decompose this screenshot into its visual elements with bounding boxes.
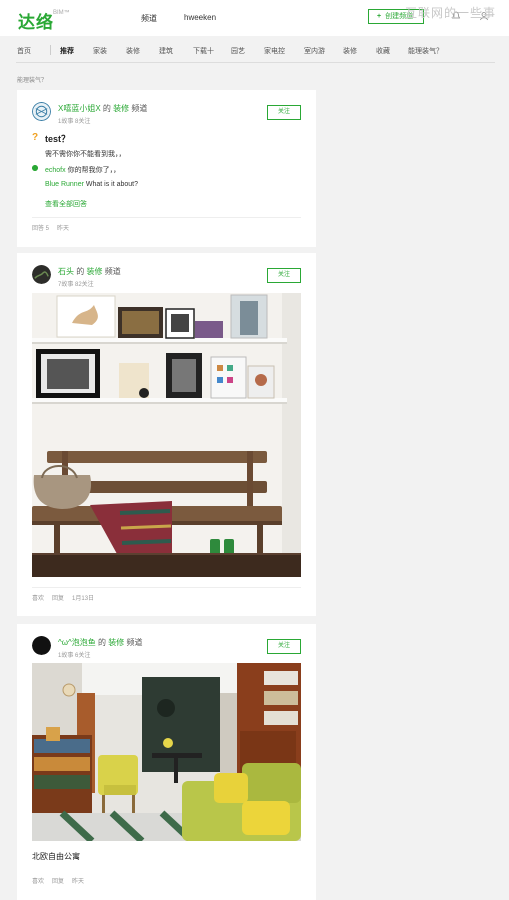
- avatar[interactable]: [32, 636, 51, 655]
- tab-home[interactable]: 首页: [17, 46, 31, 56]
- tab-recommended[interactable]: 推荐: [60, 46, 74, 56]
- author-line: 石头 的 装修 频道: [58, 266, 121, 277]
- tab-home-decor[interactable]: 家装: [93, 46, 107, 56]
- tab-architecture[interactable]: 建筑: [159, 46, 173, 56]
- post-image[interactable]: [32, 663, 301, 841]
- card-footer: 喜欢 回复 昨天: [32, 876, 92, 885]
- logo-subtitle: BIM™: [53, 10, 70, 16]
- author-line: ^ω^泡泡鱼 的 装修 频道: [58, 637, 142, 648]
- feed-card-photo: ^ω^泡泡鱼 的 装修 频道 1故事 6关注 关注 北欧自由公寓 喜欢 回复 昨…: [17, 624, 316, 900]
- feed-card-question: X嘻蓝小姐X 的 装修 频道 1故事 8关注 关注 ? test？ 需不需你你不…: [17, 90, 316, 247]
- channel-suffix: 频道: [126, 638, 143, 647]
- reply-row: Blue Runner What is it about?: [45, 181, 138, 188]
- top-bar: 达络 BIM™ 频道 hweeken + 创建频道 互联网的一些事: [0, 0, 509, 36]
- channel-suffix: 频道: [104, 267, 121, 276]
- answer-row: echofx 你的帮我你了，，: [45, 165, 120, 175]
- tab-interior[interactable]: 室内游: [304, 46, 325, 56]
- question-icon: ?: [32, 132, 39, 143]
- card-divider: [32, 217, 301, 218]
- post-caption[interactable]: 北欧自由公寓: [32, 851, 80, 862]
- author-stats: 1故事 8关注: [58, 119, 91, 125]
- author-of: 的: [98, 638, 106, 647]
- question-body: 需不需你你不能看到我，，: [45, 151, 126, 158]
- tab-divider: [50, 45, 51, 55]
- tab-downloads[interactable]: 下载十: [193, 46, 214, 56]
- follow-button[interactable]: 关注: [267, 268, 301, 283]
- nav-channels[interactable]: 频道: [141, 13, 157, 24]
- reply-author[interactable]: Blue Runner: [45, 181, 84, 188]
- avatar[interactable]: [32, 265, 51, 284]
- post-time: 1月13日: [72, 596, 95, 602]
- channel-suffix: 频道: [131, 104, 148, 113]
- author-of: 的: [102, 104, 111, 113]
- author-name[interactable]: 石头: [58, 267, 74, 276]
- watermark: 互联网的一些事: [405, 6, 497, 20]
- card-footer: 回答 5 昨天: [32, 223, 77, 232]
- card-footer: 喜欢 回复 1月13日: [32, 593, 102, 602]
- category-tabs: 首页 推荐 家装 装修 建筑 下载十 园艺 家电控 室内游 装修 收藏 能理装气…: [0, 36, 509, 64]
- tab-gardening[interactable]: 园艺: [231, 46, 245, 56]
- question-title[interactable]: test？: [45, 132, 70, 145]
- card-divider: [32, 587, 301, 588]
- reply-button[interactable]: 回复: [52, 879, 64, 885]
- site-logo[interactable]: 达络: [18, 8, 54, 33]
- answer-text: 你的帮我你了，，: [67, 167, 121, 174]
- post-time: 昨天: [57, 226, 70, 232]
- tab-decoration[interactable]: 装修: [343, 46, 357, 56]
- follow-button[interactable]: 关注: [267, 639, 301, 654]
- tab-appliances[interactable]: 家电控: [264, 46, 285, 56]
- tab-renovation[interactable]: 装修: [126, 46, 140, 56]
- like-button[interactable]: 喜欢: [32, 596, 44, 602]
- reply-button[interactable]: 回复: [52, 596, 64, 602]
- nav-user-link[interactable]: hweeken: [184, 13, 216, 22]
- channel-link[interactable]: 装修: [86, 267, 102, 276]
- reply-text: What is it about?: [85, 181, 139, 188]
- lightbulb-icon: [32, 165, 38, 171]
- feed-card-photo: 石头 的 装修 频道 7故事 82关注 关注 喜欢 回复 1月13日: [17, 253, 316, 616]
- answer-author[interactable]: echofx: [45, 167, 66, 174]
- tab-favorites[interactable]: 收藏: [376, 46, 390, 56]
- author-stats: 7故事 82关注: [58, 282, 94, 288]
- channel-link[interactable]: 装修: [113, 104, 129, 113]
- author-line: X嘻蓝小姐X 的 装修 频道: [58, 103, 147, 114]
- view-all-answers-link[interactable]: 查看全部回答: [45, 199, 87, 209]
- author-name[interactable]: X嘻蓝小姐X: [58, 104, 101, 113]
- author-of: 的: [76, 267, 85, 276]
- post-image[interactable]: [32, 293, 301, 577]
- answer-count[interactable]: 回答 5: [32, 226, 49, 232]
- avatar[interactable]: [32, 102, 51, 121]
- post-time: 昨天: [72, 879, 85, 885]
- channel-link[interactable]: 装修: [108, 638, 124, 647]
- tab-more[interactable]: 能理装气？: [408, 46, 443, 56]
- tabs-divider: [16, 62, 495, 63]
- follow-button[interactable]: 关注: [267, 105, 301, 120]
- like-button[interactable]: 喜欢: [32, 879, 44, 885]
- section-label: 能理装气？: [17, 78, 48, 84]
- author-name[interactable]: ^ω^泡泡鱼: [58, 638, 96, 647]
- author-stats: 1故事 6关注: [58, 653, 91, 659]
- plus-icon: +: [377, 13, 382, 20]
